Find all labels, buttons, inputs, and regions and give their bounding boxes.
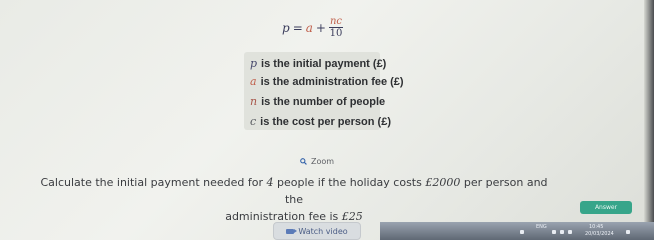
definition-c: c is the cost per person (£) xyxy=(250,115,391,128)
formula-a: a xyxy=(305,20,313,35)
question-text: Calculate the initial payment needed for… xyxy=(34,174,554,225)
definition-symbol: a xyxy=(250,75,257,88)
screen-edge xyxy=(644,0,654,240)
definition-symbol: c xyxy=(250,115,257,128)
speaker-icon[interactable] xyxy=(560,230,564,234)
battery-icon[interactable] xyxy=(568,230,572,234)
taskbar-chevron-icon[interactable] xyxy=(520,230,524,234)
definition-p: p is the initial payment (£) xyxy=(250,57,386,70)
formula-equals: = xyxy=(292,20,303,35)
definition-text: is the number of people xyxy=(261,96,386,108)
wifi-icon[interactable] xyxy=(552,230,556,234)
definition-symbol: p xyxy=(250,57,258,70)
formula-fraction: nc 10 xyxy=(328,16,344,39)
search-icon xyxy=(300,158,307,165)
definition-text: is the administration fee (£) xyxy=(260,76,404,88)
definition-n: n is the number of people xyxy=(250,95,385,108)
question-people: 4 xyxy=(266,176,274,189)
formula-plus: + xyxy=(315,20,326,35)
answer-button[interactable]: Answer xyxy=(580,201,632,214)
formula-numerator: nc xyxy=(328,16,344,28)
formula: p = a + nc 10 xyxy=(282,16,344,39)
question-part: people if the holiday costs xyxy=(277,176,422,189)
question-part: Calculate the initial payment needed for xyxy=(40,176,263,189)
formula-denominator: 10 xyxy=(329,28,343,39)
definition-text: is the initial payment (£) xyxy=(261,58,387,70)
taskbar-time[interactable]: 10:45 xyxy=(589,224,603,230)
definition-text: is the cost per person (£) xyxy=(260,116,391,128)
watch-video-label: Watch video xyxy=(298,226,348,236)
taskbar-date[interactable]: 20/03/2024 xyxy=(585,231,614,237)
question-cost: £2000 xyxy=(425,176,461,189)
definition-a: a is the administration fee (£) xyxy=(250,75,404,88)
video-camera-icon xyxy=(286,228,298,234)
definition-symbol: n xyxy=(250,95,258,108)
formula-p: p xyxy=(282,20,290,35)
zoom-button[interactable]: Zoom xyxy=(300,157,334,166)
zoom-label: Zoom xyxy=(311,157,335,166)
notification-icon[interactable] xyxy=(626,230,630,234)
taskbar-language[interactable]: ENG xyxy=(536,224,547,230)
watch-video-button[interactable]: Watch video xyxy=(273,222,361,240)
